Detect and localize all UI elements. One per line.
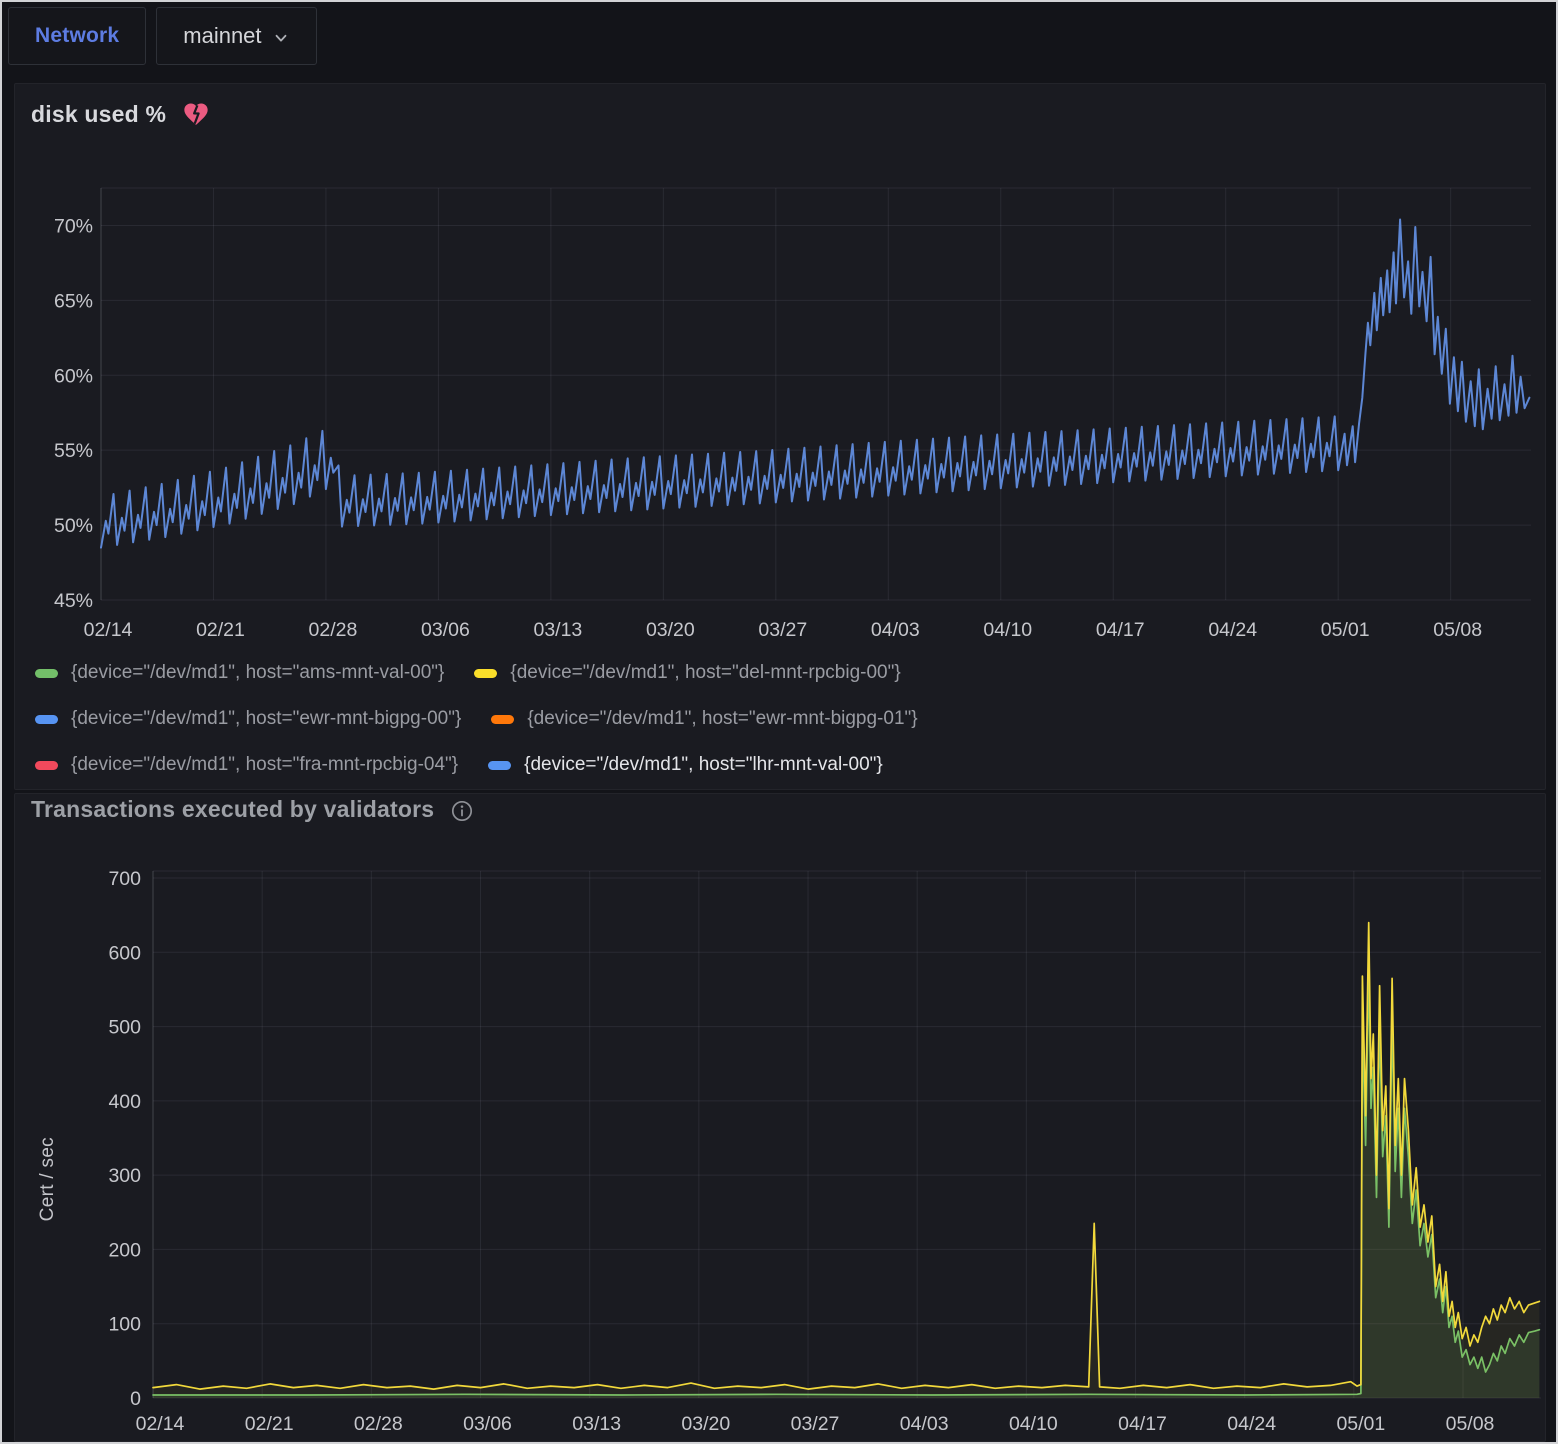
network-variable-value[interactable]: mainnet [183,23,261,49]
legend-swatch [35,669,58,678]
legend-item[interactable]: {device="/dev/md1", host="ewr-mnt-bigpg-… [35,708,461,730]
x-tick-label: 04/10 [983,619,1032,641]
y-tick-label: 45% [54,590,93,612]
transactions-chart[interactable]: 700 600 500 400 300 200 100 0 02/14 02/21 02/28 03/… [15,794,1545,1441]
x-tick-label: 05/01 [1321,619,1370,641]
legend-swatch [35,715,58,724]
panel-disk-used: disk used % 70%65%60%55%50%45%02/1402/21… [14,83,1546,790]
x-tick-label: 04/03 [900,1413,949,1435]
x-tick-label: 03/20 [681,1413,730,1435]
y-tick-label: 60% [54,365,93,387]
x-tick-label: 03/20 [646,619,695,641]
legend-swatch [491,715,514,724]
y-tick-label: 100 [108,1314,141,1336]
legend-swatch [35,761,58,770]
x-tick-label: 02/28 [309,619,358,641]
x-tick-label: 05/08 [1446,1413,1495,1435]
x-tick-label: 03/06 [421,619,470,641]
series-line-yellow-series [153,923,1539,1390]
x-tick-label: 04/17 [1118,1413,1167,1435]
legend-row: {device="/dev/md1", host="ams-mnt-val-00… [35,650,948,696]
x-tick-label: 03/06 [463,1413,512,1435]
x-tick-label: 04/10 [1009,1413,1058,1435]
x-tick-label: 03/13 [533,619,582,641]
network-variable-dropdown[interactable]: mainnet [156,7,316,65]
legend-label: {device="/dev/md1", host="ewr-mnt-bigpg-… [71,708,461,730]
legend-row: {device="/dev/md1", host="fra-mnt-rpcbig… [35,742,948,788]
series-line-green-series [153,967,1539,1395]
x-tick-label: 02/21 [245,1413,294,1435]
x-tick-label: 02/21 [196,619,245,641]
panel-transactions: Transactions executed by validators Cert… [14,793,1546,1442]
legend-label: {device="/dev/md1", host="fra-mnt-rpcbig… [71,754,458,776]
x-tick-label: 03/27 [791,1413,840,1435]
y-tick-label: 200 [108,1239,141,1261]
y-tick-label: 300 [108,1165,141,1187]
x-tick-label: 05/01 [1336,1413,1385,1435]
y-tick-label: 500 [108,1017,141,1039]
series-line-disk-used [101,220,1529,548]
legend-swatch [488,761,511,770]
legend-swatch [474,669,497,678]
x-tick-label: 04/17 [1096,619,1145,641]
network-variable-label-box: Network [8,7,146,65]
chevron-down-icon [272,29,290,47]
chart-legend: {device="/dev/md1", host="ams-mnt-val-00… [35,650,948,788]
variable-bar: Network mainnet [8,7,317,69]
legend-label: {device="/dev/md1", host="lhr-mnt-val-00… [524,754,883,776]
legend-row: {device="/dev/md1", host="ewr-mnt-bigpg-… [35,696,948,742]
x-tick-label: 04/03 [871,619,920,641]
series-fill-green-series [153,967,1539,1398]
x-tick-label: 04/24 [1227,1413,1276,1435]
y-tick-label: 55% [54,440,93,462]
x-tick-label: 02/14 [84,619,133,641]
legend-label: {device="/dev/md1", host="del-mnt-rpcbig… [510,662,900,684]
legend-item[interactable]: {device="/dev/md1", host="ams-mnt-val-00… [35,662,444,684]
x-tick-label: 05/08 [1433,619,1482,641]
grid-and-axes: 70% 65% 60% 55% 50% 45% 02/14 02/21 02/28 03/06 03… [54,188,1531,641]
y-tick-label: 600 [108,942,141,964]
network-variable-label: Network [35,24,119,48]
x-tick-label: 04/24 [1208,619,1257,641]
y-tick-label: 700 [108,868,141,890]
grid-and-axes: 700 600 500 400 300 200 100 0 02/14 02/21 02/28 03/… [108,868,1541,1435]
dashboard: Network mainnet disk used % 70%65%60%55%… [0,0,1558,1444]
legend-item[interactable]: {device="/dev/md1", host="ewr-mnt-bigpg-… [491,708,917,730]
x-tick-label: 03/13 [572,1413,621,1435]
y-tick-label: 400 [108,1091,141,1113]
legend-item[interactable]: {device="/dev/md1", host="fra-mnt-rpcbig… [35,754,458,776]
y-tick-label: 50% [54,515,93,537]
y-tick-label: 65% [54,290,93,312]
legend-label: {device="/dev/md1", host="ewr-mnt-bigpg-… [527,708,917,730]
y-tick-label: 0 [130,1388,141,1410]
x-tick-label: 02/28 [354,1413,403,1435]
series-fill-yellow-series [153,923,1539,1398]
y-tick-label: 70% [54,215,93,237]
legend-item[interactable]: {device="/dev/md1", host="lhr-mnt-val-00… [488,754,883,776]
legend-label: {device="/dev/md1", host="ams-mnt-val-00… [71,662,444,684]
x-tick-label: 03/27 [758,619,807,641]
x-tick-label: 02/14 [136,1413,185,1435]
legend-item[interactable]: {device="/dev/md1", host="del-mnt-rpcbig… [474,662,900,684]
